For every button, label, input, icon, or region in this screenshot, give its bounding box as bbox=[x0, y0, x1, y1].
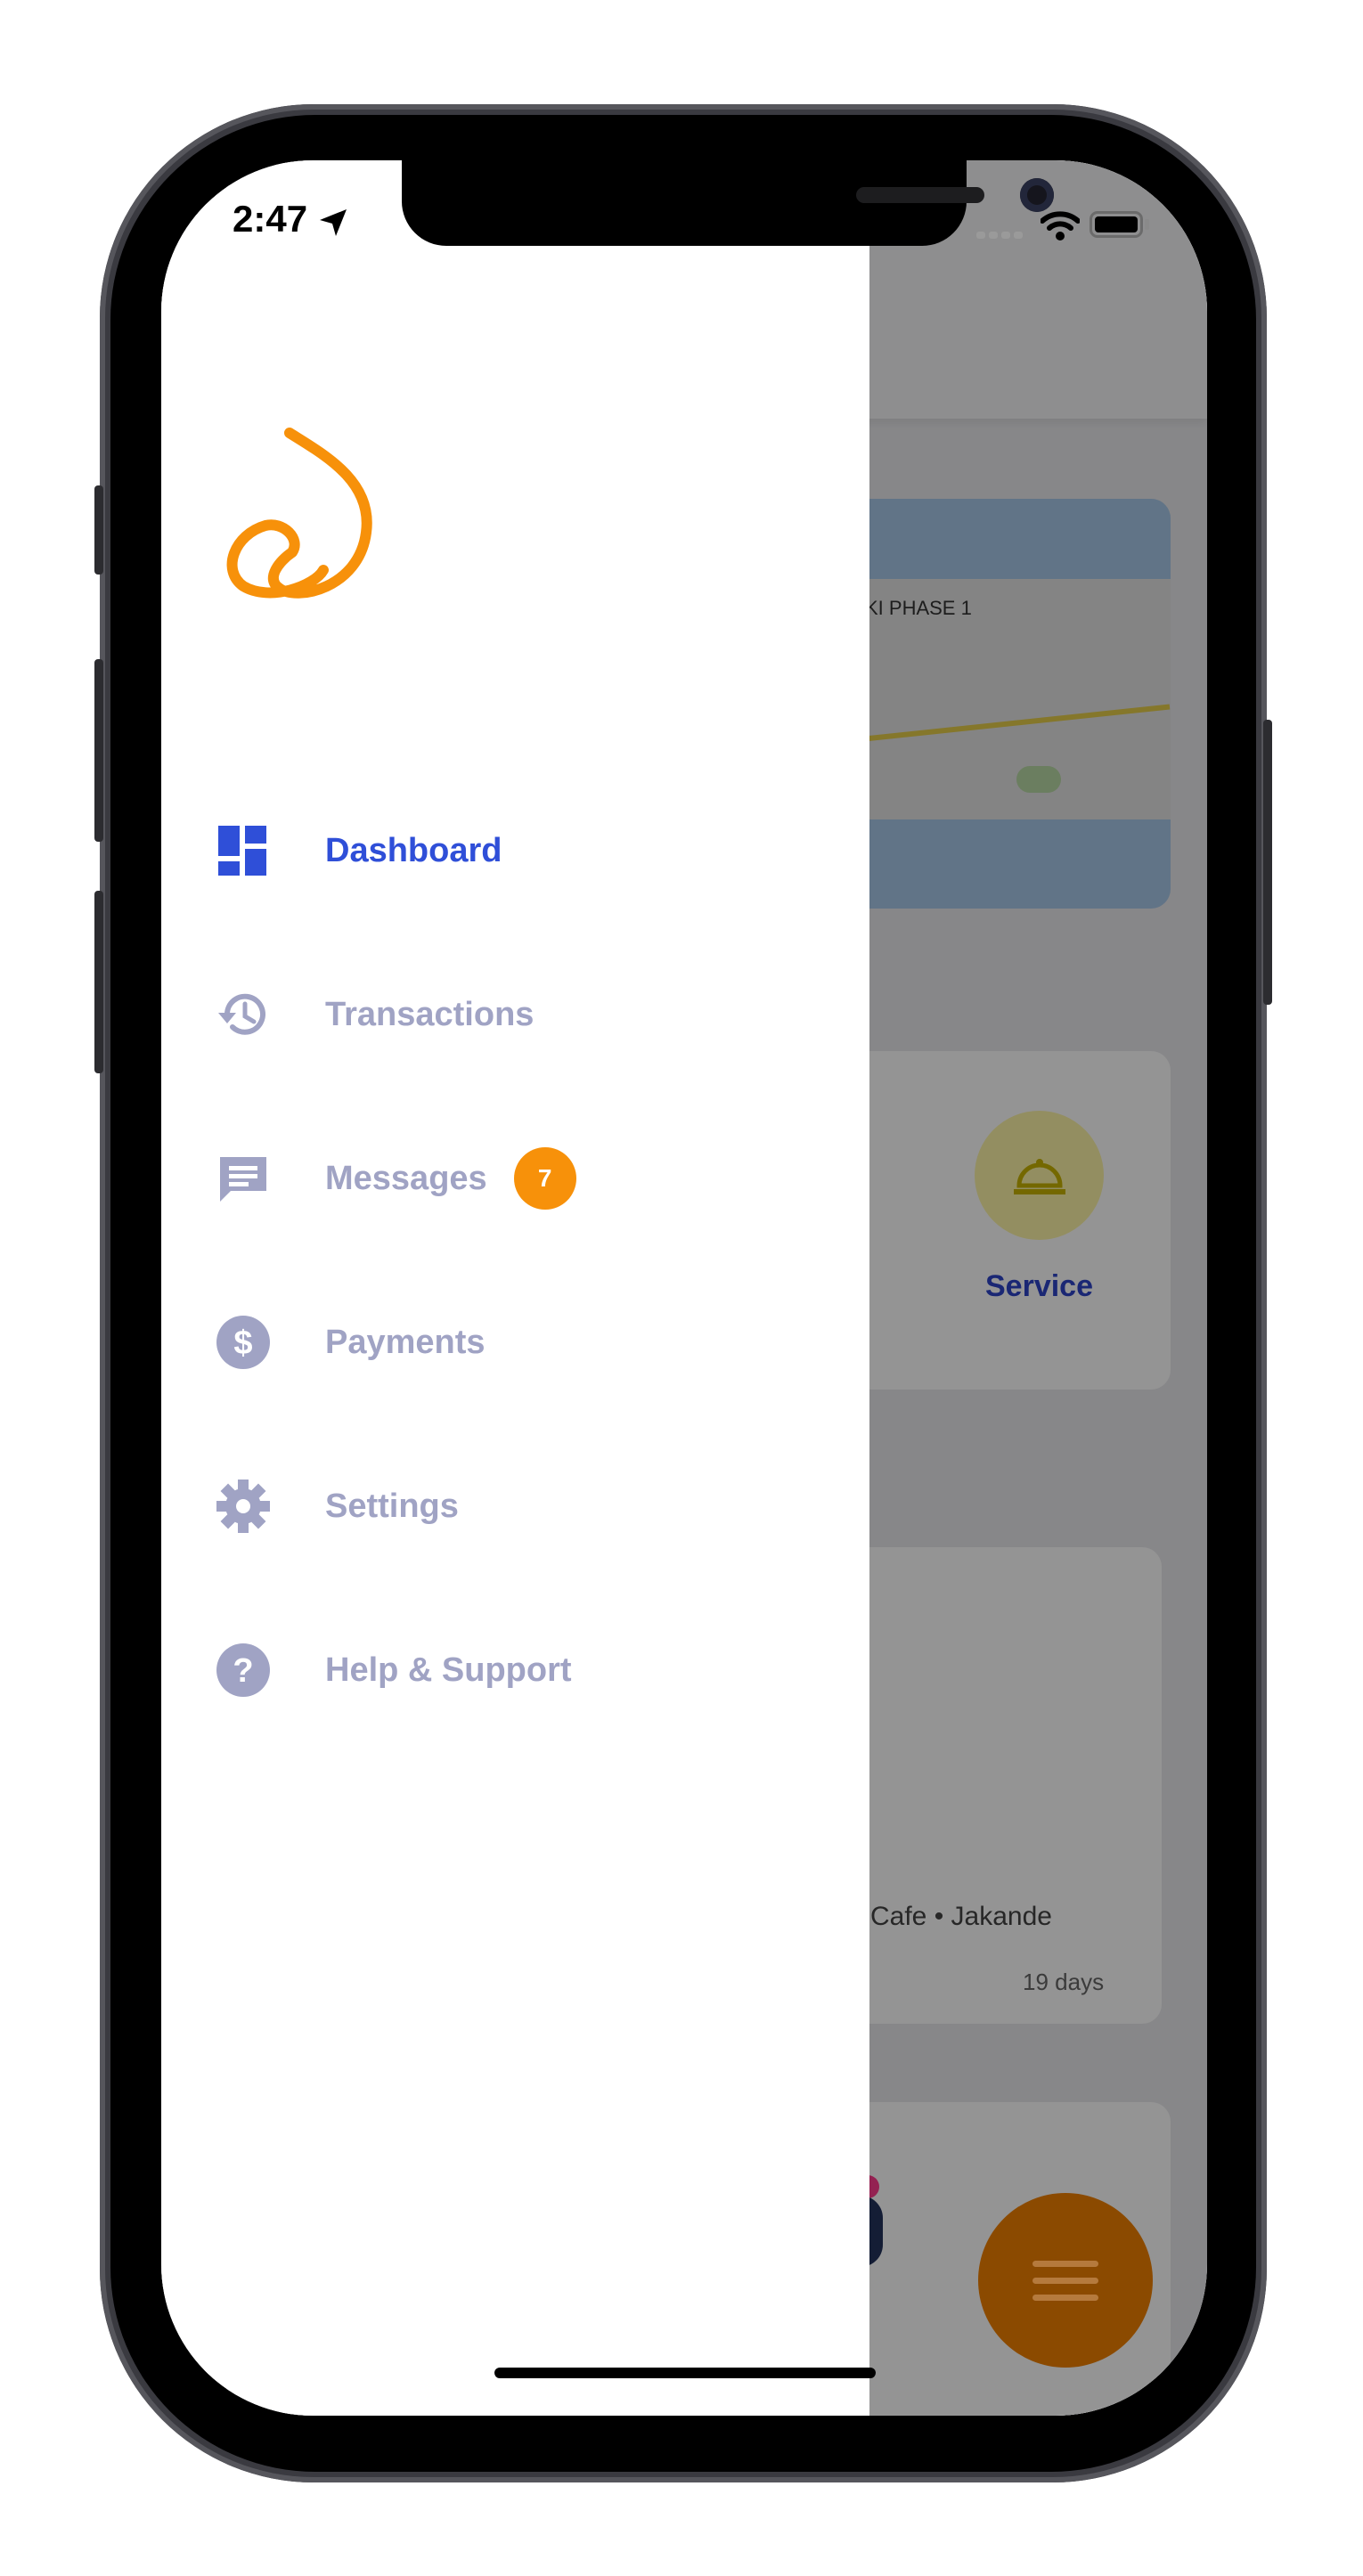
dashboard-icon bbox=[215, 822, 272, 879]
svg-text:$: $ bbox=[233, 1325, 252, 1362]
menu-item-transactions[interactable]: Transactions bbox=[215, 979, 534, 1050]
menu-label: Transactions bbox=[325, 995, 535, 1033]
messages-badge: 7 bbox=[513, 1147, 576, 1210]
history-icon bbox=[215, 986, 272, 1043]
home-indicator[interactable] bbox=[494, 2368, 876, 2378]
cellular-signal-icon bbox=[976, 232, 1023, 239]
menu-label: Payments bbox=[325, 1323, 486, 1361]
speaker bbox=[856, 187, 984, 203]
status-time: 2:47 bbox=[233, 198, 308, 240]
menu-label: Settings bbox=[325, 1487, 459, 1525]
location-arrow-icon bbox=[320, 209, 347, 236]
notch bbox=[402, 160, 1054, 246]
message-icon bbox=[215, 1150, 272, 1207]
volume-up-button bbox=[94, 659, 103, 842]
front-camera bbox=[1020, 178, 1054, 212]
menu-fab-button[interactable] bbox=[978, 2193, 1153, 2368]
mute-switch bbox=[94, 485, 103, 575]
volume-down-button bbox=[94, 891, 103, 1073]
menu-label: Messages bbox=[325, 1159, 487, 1197]
power-button bbox=[1263, 720, 1272, 1005]
help-icon: ? bbox=[215, 1642, 272, 1699]
hamburger-icon-line bbox=[1032, 2278, 1098, 2284]
menu-item-help-support[interactable]: ? Help & Support bbox=[215, 1634, 572, 1706]
gear-icon bbox=[215, 1478, 272, 1535]
battery-cap bbox=[1145, 219, 1149, 230]
svg-text:?: ? bbox=[233, 1652, 253, 1690]
menu-item-messages[interactable]: Messages 7 bbox=[215, 1143, 576, 1214]
brand-logo bbox=[226, 428, 372, 599]
menu-item-dashboard[interactable]: Dashboard bbox=[215, 815, 502, 886]
menu-item-settings[interactable]: Settings bbox=[215, 1471, 459, 1542]
wifi-icon bbox=[1041, 211, 1080, 240]
navigation-drawer: Dashboard Transactions Messages 7 $ Paym… bbox=[161, 160, 869, 2416]
dollar-icon: $ bbox=[215, 1314, 272, 1371]
battery-icon bbox=[1090, 211, 1143, 238]
screen: KI PHASE 1 Service Cafe • Jakande 19 day… bbox=[161, 160, 1207, 2416]
menu-item-payments[interactable]: $ Payments bbox=[215, 1307, 486, 1378]
hamburger-icon bbox=[1032, 2261, 1098, 2267]
hamburger-icon-line bbox=[1032, 2295, 1098, 2301]
menu-label: Help & Support bbox=[325, 1651, 572, 1689]
menu-label: Dashboard bbox=[325, 831, 502, 869]
